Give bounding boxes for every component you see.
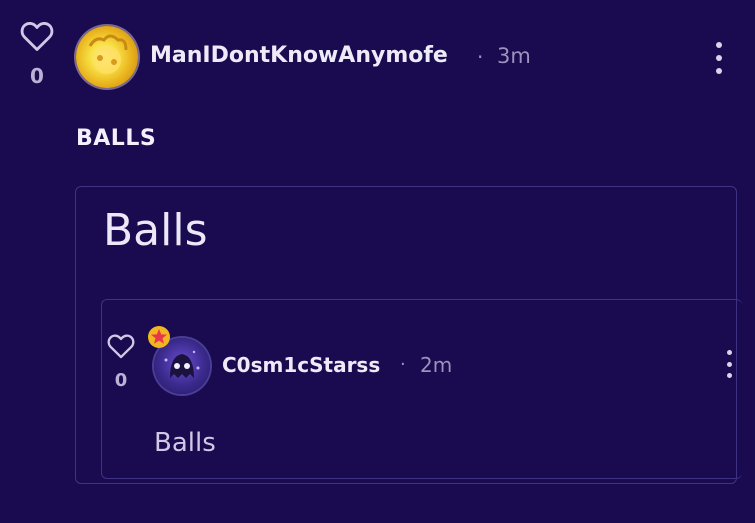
post-timestamp: 3m	[497, 44, 531, 68]
reply-timestamp: 2m	[420, 353, 453, 377]
star-badge-icon	[146, 324, 172, 350]
like-count: 0	[30, 64, 44, 88]
post-author-username[interactable]: ManIDontKnowAnymofe	[150, 43, 448, 68]
reply-card[interactable]: 0 C0sm1cStarss · 2m Balls	[101, 299, 742, 479]
separator-dot: ·	[477, 45, 484, 69]
post-menu-kebab-icon[interactable]	[714, 42, 724, 74]
yellow-orb-avatar-icon	[88, 34, 128, 74]
reply-author-username[interactable]: C0sm1cStarss	[222, 353, 380, 377]
reply-menu-kebab-icon[interactable]	[725, 350, 733, 378]
avatar[interactable]	[76, 26, 138, 88]
reply-like-heart-icon[interactable]	[107, 333, 135, 359]
reply-separator-dot: ·	[400, 354, 406, 375]
reply-like-count: 0	[114, 370, 128, 391]
reply-text: Balls	[154, 428, 216, 458]
post-title: BALLS	[76, 126, 157, 151]
embedded-card[interactable]: Balls 0 C0sm1cStarss · 2m Balls	[75, 186, 742, 484]
card-title: Balls	[103, 205, 208, 256]
like-heart-icon[interactable]	[20, 20, 54, 52]
